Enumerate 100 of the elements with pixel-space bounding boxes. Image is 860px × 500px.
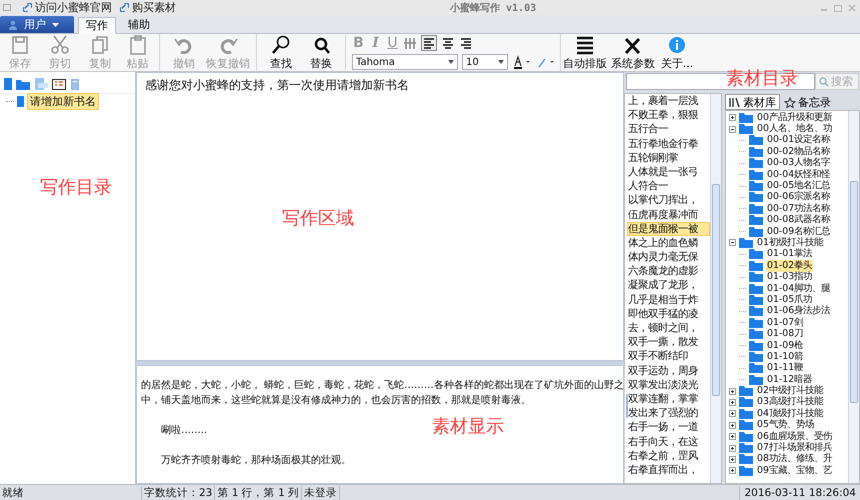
trash-icon[interactable]	[70, 78, 80, 90]
toolbar-button[interactable]: 关于...	[657, 34, 697, 71]
link[interactable]: 购买素材	[120, 0, 176, 15]
list-item[interactable]: 不败王拳，狠狠	[627, 108, 710, 122]
scrollbar[interactable]	[848, 111, 859, 483]
list-item[interactable]: 人符合一	[627, 179, 710, 194]
folder-icon[interactable]	[16, 78, 30, 90]
tree-item[interactable]: 08功法、修练、升	[756, 453, 833, 466]
tree-item[interactable]: 09宝藏、宝物、艺	[756, 464, 833, 477]
scrollbar[interactable]	[710, 94, 721, 483]
font-color-icon[interactable]	[512, 54, 532, 70]
list-item[interactable]: 六条魔龙的虚影	[627, 264, 710, 278]
toolbar-button[interactable]: 自动排版	[560, 34, 609, 71]
list-item[interactable]: 右手一扬，一道	[627, 420, 710, 434]
list-item[interactable]: 右手向天，在这	[627, 434, 710, 449]
list-item[interactable]: 体之上的血色鳞	[627, 236, 710, 250]
list-item[interactable]: 上，裹着一层浅	[627, 94, 710, 108]
list-item[interactable]: 右拳直挥而出，	[627, 462, 710, 478]
user-menu-button[interactable]: 用户	[0, 16, 74, 33]
link[interactable]: 访问小蜜蜂官网	[23, 0, 112, 15]
align-right-icon[interactable]	[459, 36, 473, 50]
list-item[interactable]: 以掌代刀挥出，	[627, 193, 710, 208]
ribbon-tab[interactable]: 写作	[78, 17, 116, 34]
ribbon-tab[interactable]: 辅助	[120, 16, 158, 33]
strikethrough-icon[interactable]	[403, 36, 417, 50]
annotation-text: 素材显示	[432, 415, 504, 438]
list-item[interactable]: 双掌发出淡淡光	[627, 378, 710, 392]
tree-item[interactable]: 02中级打斗技能	[756, 385, 824, 398]
tree-item[interactable]: 00-09名称汇总	[766, 226, 832, 238]
expander-icon[interactable]	[729, 422, 736, 429]
tree-item[interactable]: 01-08刀	[766, 328, 804, 340]
list-item[interactable]: 双手一撕，散发	[627, 335, 710, 350]
folder-icon	[749, 215, 763, 226]
expander-icon[interactable]	[729, 456, 736, 463]
tree-item[interactable]: 请增加新书名	[27, 92, 99, 110]
panel-tab[interactable]: 素材库	[725, 94, 780, 110]
tree-item[interactable]: 06血腥场景、受伤	[756, 430, 833, 443]
tree-item[interactable]: 01-12暗器	[766, 374, 814, 386]
list-item[interactable]: 几乎是相当于炸	[627, 292, 710, 307]
tree-item[interactable]: 01-02拳头	[766, 260, 814, 272]
expander-icon[interactable]	[729, 433, 736, 440]
expander-icon[interactable]	[729, 388, 736, 395]
panel-tab[interactable]: 备忘录	[780, 94, 835, 110]
tree-item[interactable]: 00-01设定名称	[766, 134, 832, 146]
folder-icon	[749, 226, 763, 237]
list-item[interactable]: 凝聚成了龙形，	[627, 278, 710, 293]
list-icon[interactable]	[52, 78, 66, 90]
toolbar-button[interactable]: 系统参数	[609, 34, 657, 71]
tree-item[interactable]: 00-02物品名称	[766, 146, 832, 158]
expander-icon[interactable]	[729, 114, 736, 122]
list-item[interactable]: 五行拳地金行拳	[627, 136, 710, 151]
tree-item[interactable]: 00-03人物名字	[766, 157, 832, 170]
list-item[interactable]: 五行合一	[627, 122, 710, 137]
tree-item[interactable]: 01-03指功	[766, 271, 814, 284]
expander-icon[interactable]	[729, 410, 736, 418]
toolbar-button[interactable]: 替换	[301, 34, 341, 71]
tree-item[interactable]: 01-11鞭	[766, 362, 804, 374]
list-item[interactable]: 五轮铜刚掌	[627, 150, 710, 165]
tree-item[interactable]: 00产品升级和更新	[756, 112, 833, 124]
tree-item[interactable]: 01-07剑	[766, 316, 804, 329]
editor-area[interactable]: 感谢您对小蜜蜂的支持，第一次使用请增加新书名 写作区域	[136, 72, 624, 362]
expander-icon[interactable]	[729, 444, 736, 452]
tree-item[interactable]: 04顶级打斗技能	[756, 408, 824, 420]
tree-item[interactable]: 00-06宗派名称	[766, 191, 832, 204]
tree-item[interactable]: 07打斗场景和排兵	[756, 442, 833, 454]
expander-icon[interactable]	[729, 467, 736, 474]
toolbar-button[interactable]: 查找	[261, 34, 301, 71]
list-item[interactable]: 伍虎再度暴冲而	[627, 208, 710, 222]
tree-item[interactable]: 05气势、势场	[756, 419, 815, 432]
scrollbar[interactable]	[624, 366, 625, 483]
tree-item[interactable]: 01初级打斗技能	[756, 237, 824, 249]
list-item[interactable]: 右拳之前，罡风	[627, 448, 710, 463]
font-size-select[interactable]: 10	[462, 54, 508, 70]
list-item[interactable]: 双手运劲，周身	[627, 364, 710, 378]
tree-item[interactable]: 01-05爪功	[766, 294, 814, 306]
list-item[interactable]: 体内灵力毫无保	[627, 250, 710, 264]
list-item[interactable]: 去，顿时之间，	[627, 321, 710, 336]
tree-item[interactable]: 01-10箭	[766, 350, 804, 363]
list-item[interactable]: 人体就是一张弓	[627, 164, 710, 180]
tree-item[interactable]: 00-07功法名称	[766, 202, 832, 215]
list-item[interactable]: 双掌连翻，掌掌	[627, 392, 710, 406]
tree-item[interactable]: 03高级打斗技能	[756, 396, 824, 408]
expander-icon[interactable]	[729, 398, 736, 406]
align-center-icon[interactable]	[441, 36, 455, 50]
list-item[interactable]: 即他双手猛的凌	[627, 306, 710, 321]
tree-item[interactable]: 01-01掌法	[766, 248, 814, 260]
tree-item[interactable]: 00-05地名汇总	[766, 180, 832, 192]
list-item[interactable]: 但是鬼面猴一被	[627, 222, 710, 236]
tree-item[interactable]: 00-08武器名称	[766, 214, 832, 226]
list-item[interactable]: 双手不断结印	[627, 349, 710, 364]
expander-icon[interactable]	[729, 126, 736, 133]
tree-item[interactable]: 01-04脚功、腿	[766, 282, 832, 295]
expander-icon[interactable]	[729, 239, 736, 246]
align-left-icon[interactable]	[421, 35, 437, 51]
list-item[interactable]: 发出来了强烈的	[627, 406, 710, 420]
tree-item[interactable]: 00-04妖怪和怪	[766, 168, 832, 181]
tree-item[interactable]: 00人名、地名、功	[756, 123, 833, 136]
tree-item[interactable]: 01-09枪	[766, 340, 804, 352]
tree-item[interactable]: 01-06身法步法	[766, 305, 832, 318]
font-select[interactable]: Tahoma	[352, 54, 458, 70]
